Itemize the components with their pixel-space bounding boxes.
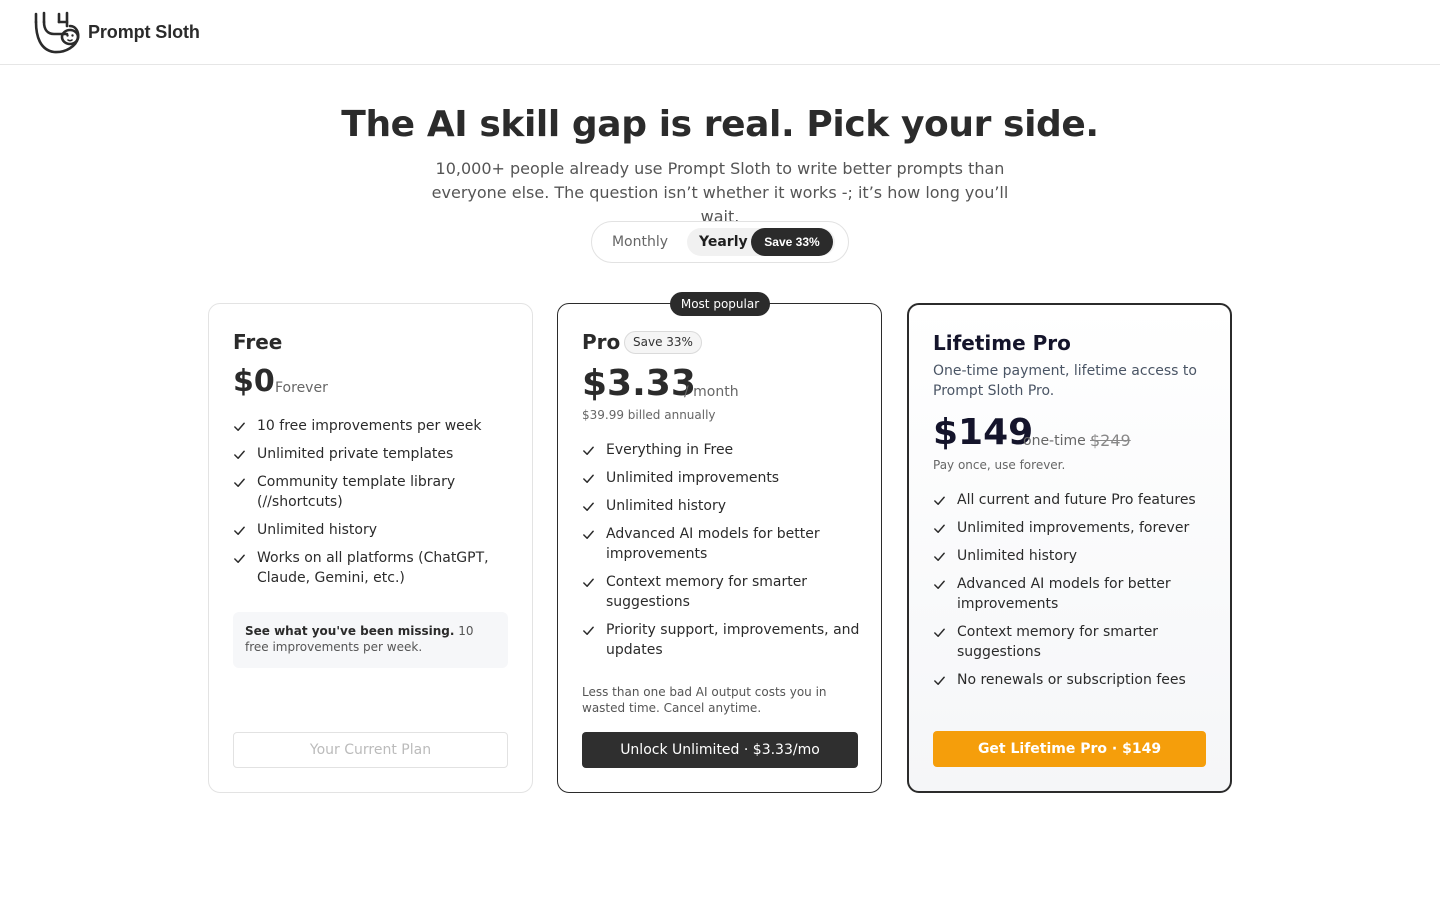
feature-list: 10 free improvements per week Unlimited … [233, 416, 513, 596]
plan-name: Pro [582, 330, 621, 354]
list-item: All current and future Pro features [933, 490, 1213, 510]
brand[interactable]: Prompt Sloth [32, 10, 200, 54]
missing-callout-heading: See what you've been missing. [245, 624, 455, 638]
unlock-unlimited-button[interactable]: Unlock Unlimited · $3.33/mo [582, 732, 858, 768]
yearly-option[interactable]: Yearly Save 33% [687, 228, 835, 256]
list-item: Everything in Free [582, 440, 862, 460]
list-item: Unlimited history [933, 546, 1213, 566]
list-item: Unlimited private templates [233, 444, 513, 464]
feature-text: Context memory for smarter suggestions [957, 624, 1159, 660]
plan-description: One-time payment, lifetime access to Pro… [933, 363, 1197, 399]
list-item: Unlimited improvements [582, 468, 862, 488]
check-icon [933, 490, 947, 510]
missing-callout: See what you've been missing. 10 free im… [233, 612, 508, 668]
list-item: Unlimited history [233, 520, 513, 540]
plan-card-pro: Most popular Pro Save 33% $3.33 / month … [557, 292, 882, 793]
feature-text: Works on all platforms (ChatGPT, Claude,… [257, 550, 489, 586]
feature-text: Unlimited improvements, forever [957, 520, 1190, 536]
brand-name: Prompt Sloth [88, 21, 200, 42]
check-icon [933, 670, 947, 690]
list-item: Community template library (//shortcuts) [233, 472, 513, 512]
check-icon [233, 548, 247, 568]
check-icon [582, 468, 596, 488]
feature-text: Unlimited history [257, 522, 378, 538]
sloth-logo-icon [34, 11, 80, 54]
plan-price: $0 [233, 364, 275, 399]
feature-text: Priority support, improvements, and upda… [606, 622, 860, 658]
check-icon [933, 574, 947, 594]
list-item: Advanced AI models for better improvemen… [933, 574, 1213, 614]
plan-price: $3.33 [582, 363, 696, 404]
billing-toggle: Monthly Yearly Save 33% [591, 221, 849, 263]
feature-text: 10 free improvements per week [257, 418, 482, 434]
get-lifetime-button[interactable]: Get Lifetime Pro · $149 [933, 731, 1206, 767]
feature-text: No renewals or subscription fees [957, 672, 1186, 688]
list-item: 10 free improvements per week [233, 416, 513, 436]
current-plan-button[interactable]: Your Current Plan [233, 732, 508, 768]
billed-note: $39.99 billed annually [582, 408, 716, 422]
check-icon [233, 444, 247, 464]
plan-price: $149 [933, 412, 1034, 453]
feature-text: All current and future Pro features [957, 492, 1196, 508]
check-icon [233, 520, 247, 540]
feature-text: Unlimited history [606, 498, 727, 514]
old-price: $249 [1090, 431, 1131, 450]
feature-text: Advanced AI models for better improvemen… [606, 526, 820, 562]
feature-list: Everything in Free Unlimited improvement… [582, 440, 862, 668]
price-note: Pay once, use forever. [933, 458, 1066, 472]
page-title: The AI skill gap is real. Pick your side… [341, 104, 1099, 145]
save-badge: Save 33% [624, 331, 702, 354]
check-icon [582, 620, 596, 640]
plan-name: Free [233, 330, 283, 354]
hero-subtitle-line-1: 10,000+ people already use Prompt Sloth … [435, 159, 1005, 178]
check-icon [233, 416, 247, 436]
feature-text: Unlimited private templates [257, 446, 454, 462]
check-icon [933, 518, 947, 538]
plan-name: Lifetime Pro [933, 331, 1071, 355]
hero-subtitle: 10,000+ people already use Prompt Sloth … [420, 157, 1020, 229]
feature-list: All current and future Pro features Unli… [933, 490, 1213, 698]
yearly-save-badge: Save 33% [751, 228, 833, 256]
feature-text: Advanced AI models for better improvemen… [957, 576, 1171, 612]
list-item: Context memory for smarter suggestions [582, 572, 862, 612]
plan-card-free: Free $0 Forever 10 free improvements per… [208, 303, 533, 793]
feature-text: Everything in Free [606, 442, 734, 458]
list-item: Works on all platforms (ChatGPT, Claude,… [233, 548, 513, 588]
plan-card-lifetime: Lifetime Pro One-time payment, lifetime … [907, 303, 1232, 793]
check-icon [582, 496, 596, 516]
list-item: No renewals or subscription fees [933, 670, 1213, 690]
monthly-option[interactable]: Monthly [600, 228, 680, 256]
pro-footnote: Less than one bad AI output costs you in… [582, 685, 827, 715]
check-icon [582, 572, 596, 592]
top-bar: Prompt Sloth [0, 0, 1440, 65]
feature-text: Unlimited improvements [606, 470, 780, 486]
most-popular-badge: Most popular [670, 292, 770, 316]
check-icon [933, 622, 947, 642]
plan-price-unit: Forever [275, 380, 328, 396]
feature-text: Context memory for smarter suggestions [606, 574, 808, 610]
list-item: Unlimited improvements, forever [933, 518, 1213, 538]
list-item: Context memory for smarter suggestions [933, 622, 1213, 662]
hero-subtitle-line-2: everyone else. The question isn’t whethe… [431, 183, 1009, 226]
list-item: Priority support, improvements, and upda… [582, 620, 862, 660]
check-icon [233, 472, 247, 492]
plan-price-unit: one-time [1023, 433, 1086, 449]
feature-text: Unlimited history [957, 548, 1078, 564]
feature-text: Community template library (//shortcuts) [257, 474, 456, 510]
check-icon [582, 524, 596, 544]
plan-price-unit: / month [684, 384, 739, 400]
check-icon [582, 440, 596, 460]
check-icon [933, 546, 947, 566]
list-item: Unlimited history [582, 496, 862, 516]
list-item: Advanced AI models for better improvemen… [582, 524, 862, 564]
yearly-label: Yearly [699, 234, 748, 250]
